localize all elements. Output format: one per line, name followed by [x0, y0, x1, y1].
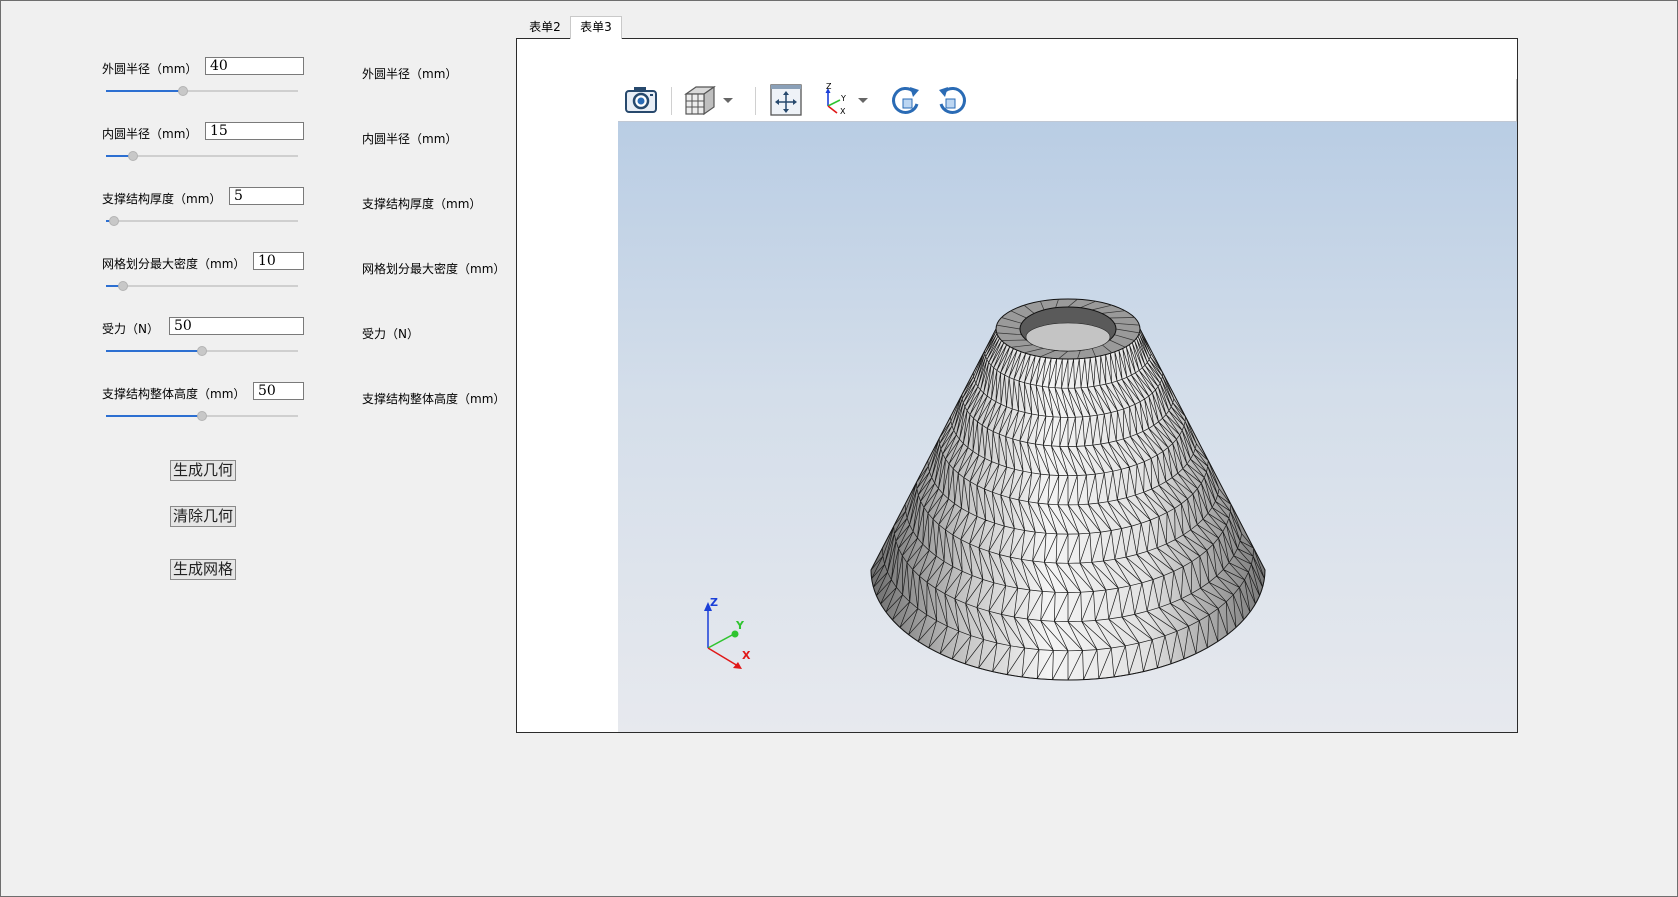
viewer-toolbar: Z Y X: [618, 79, 1517, 122]
axes-view-x-label: X: [840, 107, 846, 116]
mesh-max-density-readout: 网格划分最大密度（mm）: [362, 262, 506, 276]
axis-x-label: X: [742, 649, 751, 662]
inner-radius-readout: 内圆半径（mm）: [362, 132, 458, 146]
axis-y-label: Y: [735, 619, 745, 632]
param-inner-radius: 内圆半径（mm） 15: [102, 122, 304, 166]
force-readout: 受力（N）: [362, 327, 419, 341]
camera-icon[interactable]: [621, 82, 661, 118]
fit-all-icon[interactable]: [768, 82, 804, 118]
inner-radius-slider[interactable]: [106, 150, 298, 162]
mesh-max-density-label: 网格划分最大密度（mm）: [102, 257, 246, 271]
force-input[interactable]: 50: [169, 317, 304, 335]
view-cube-icon[interactable]: [682, 82, 718, 118]
force-label: 受力（N）: [102, 322, 159, 336]
total-height-slider[interactable]: [106, 410, 298, 422]
mesh-max-density-slider[interactable]: [106, 280, 298, 292]
inner-radius-input[interactable]: 15: [205, 122, 304, 140]
force-slider[interactable]: [106, 345, 298, 357]
axes-view-icon[interactable]: Z Y X: [818, 82, 854, 118]
total-height-label: 支撑结构整体高度（mm）: [102, 387, 246, 401]
dropdown-arrow-icon[interactable]: [856, 82, 870, 118]
param-force: 受力（N） 50: [102, 317, 304, 361]
rotate-ccw-icon[interactable]: [934, 82, 972, 118]
axes-view-y-label: Y: [840, 94, 846, 103]
support-thickness-label: 支撑结构厚度（mm）: [102, 192, 222, 206]
outer-radius-readout: 外圆半径（mm）: [362, 67, 458, 81]
param-support-thickness: 支撑结构厚度（mm） 5: [102, 187, 304, 231]
param-mesh-max-density: 网格划分最大密度（mm） 10: [102, 252, 304, 296]
param-total-height: 支撑结构整体高度（mm） 50: [102, 382, 304, 426]
generate-mesh-button[interactable]: 生成网格: [170, 559, 236, 580]
3d-canvas[interactable]: Z Y X: [618, 122, 1517, 732]
3d-viewer[interactable]: Z Y X Z Y X: [618, 79, 1517, 732]
support-thickness-input[interactable]: 5: [229, 187, 304, 205]
dropdown-arrow-icon[interactable]: [721, 82, 735, 118]
clear-geometry-button[interactable]: 清除几何: [170, 506, 236, 527]
axis-z-label: Z: [710, 596, 718, 609]
param-outer-radius: 外圆半径（mm） 40: [102, 57, 304, 101]
axes-view-z-label: Z: [826, 82, 832, 91]
outer-radius-slider[interactable]: [106, 85, 298, 97]
support-thickness-readout: 支撑结构厚度（mm）: [362, 197, 482, 211]
cone-inner-wall: [1025, 322, 1111, 352]
inner-radius-label: 内圆半径（mm）: [102, 127, 198, 141]
tab-form2[interactable]: 表单2: [520, 17, 570, 38]
mesh-max-density-input[interactable]: 10: [253, 252, 304, 270]
generate-geometry-button[interactable]: 生成几何: [170, 460, 236, 481]
support-thickness-slider[interactable]: [106, 215, 298, 227]
rotate-cw-icon[interactable]: [886, 82, 924, 118]
axis-triad-icon: Z Y X: [704, 596, 751, 669]
total-height-readout: 支撑结构整体高度（mm）: [362, 392, 506, 406]
outer-radius-input[interactable]: 40: [205, 57, 304, 75]
total-height-input[interactable]: 50: [253, 382, 304, 400]
outer-radius-label: 外圆半径（mm）: [102, 62, 198, 76]
tab-form3[interactable]: 表单3: [570, 16, 622, 39]
